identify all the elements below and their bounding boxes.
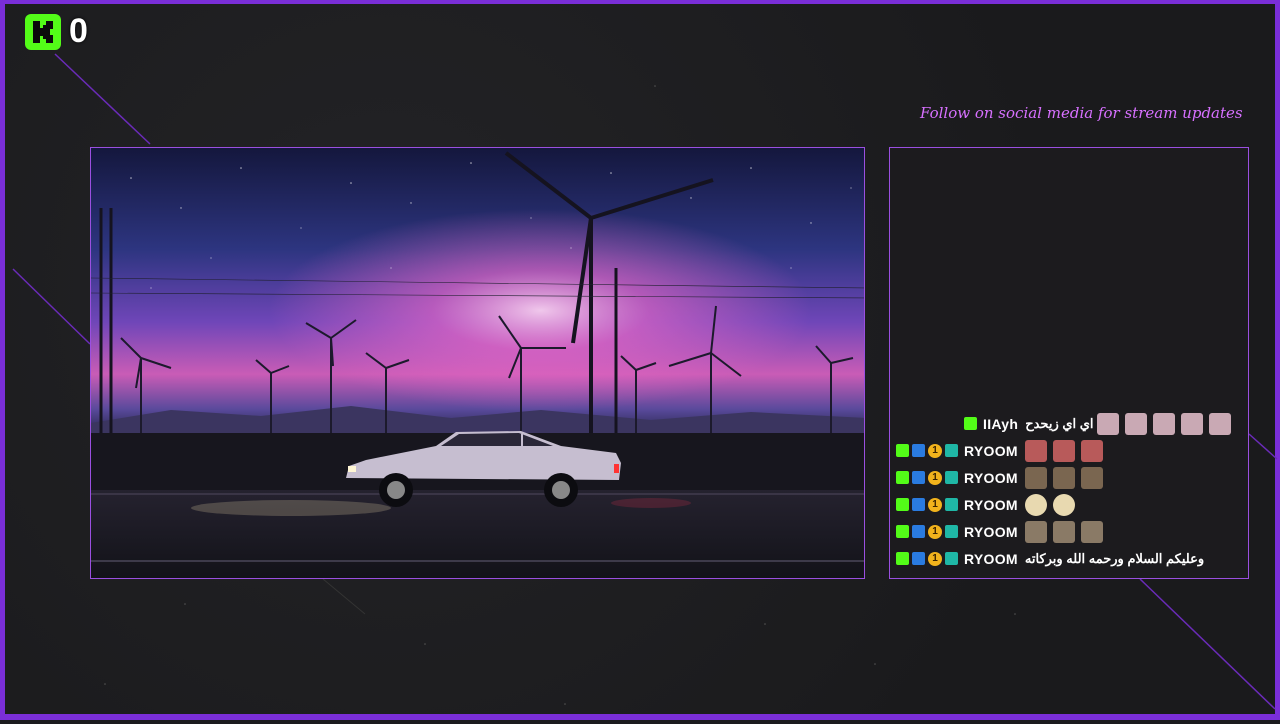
chat-text: وعليكم السلام ورحمه الله وبركاته (1024, 550, 1205, 566)
chat-text: اي اي زيحدح (1025, 415, 1094, 431)
gifter-badge-icon: 1 (928, 551, 942, 566)
chat-message: 1 RYOOM (890, 437, 1248, 464)
gifter-badge-icon: 1 (928, 470, 942, 485)
emote-icon (1052, 520, 1075, 543)
emote-icon (1180, 412, 1203, 435)
game-capture (90, 147, 865, 579)
chat-message: 1 RYOOM (890, 491, 1248, 518)
emote-icon (1024, 439, 1047, 462)
kick-badge-icon (896, 471, 909, 484)
chat-message: 1 RYOOM (890, 464, 1248, 491)
og-badge-icon (945, 525, 958, 538)
og-badge-icon (945, 444, 958, 457)
emote-icon (1152, 412, 1175, 435)
kick-badge-icon (896, 498, 909, 511)
kick-badge-icon (896, 444, 909, 457)
chat-username[interactable]: RYOOM (964, 524, 1018, 540)
chat-message: IIAyh اي اي زيحدح (890, 410, 1248, 437)
emote-icon (1080, 439, 1103, 462)
game-scene-image (91, 148, 864, 578)
emote-icon (1096, 412, 1119, 435)
subscriber-badge-icon (912, 525, 925, 538)
emote-icon (1052, 493, 1075, 516)
kick-badge-icon (896, 525, 909, 538)
emote-icon (1052, 439, 1075, 462)
chat-panel: IIAyh اي اي زيحدح 1 RYOOM 1 RYOOM 1 RYOO… (889, 147, 1249, 579)
chat-username[interactable]: RYOOM (964, 497, 1018, 513)
kick-logo-icon (25, 13, 61, 50)
emote-icon (1024, 466, 1047, 489)
chat-username[interactable]: RYOOM (964, 443, 1018, 459)
subscriber-badge-icon (912, 498, 925, 511)
chat-username[interactable]: RYOOM (964, 551, 1018, 567)
chat-message: 1 RYOOM وعليكم السلام ورحمه الله وبركاته (890, 545, 1248, 572)
og-badge-icon (945, 498, 958, 511)
emote-icon (1024, 493, 1047, 516)
emote-icon (1208, 412, 1231, 435)
subscriber-badge-icon (912, 552, 925, 565)
gifter-badge-icon: 1 (928, 497, 942, 512)
og-badge-icon (945, 471, 958, 484)
viewer-count: 0 (69, 12, 88, 50)
emote-icon (1052, 466, 1075, 489)
kick-badge-icon (964, 417, 977, 430)
chat-username[interactable]: RYOOM (964, 470, 1018, 486)
chat-message-list: IIAyh اي اي زيحدح 1 RYOOM 1 RYOOM 1 RYOO… (890, 410, 1248, 572)
chat-username[interactable]: IIAyh (983, 416, 1018, 432)
kick-badge-icon (896, 552, 909, 565)
og-badge-icon (945, 552, 958, 565)
viewer-badge: 0 (25, 12, 88, 51)
emote-icon (1080, 466, 1103, 489)
gifter-badge-icon: 1 (928, 524, 942, 539)
subscriber-badge-icon (912, 444, 925, 457)
gifter-badge-icon: 1 (928, 443, 942, 458)
subscriber-badge-icon (912, 471, 925, 484)
emote-icon (1080, 520, 1103, 543)
chat-message: 1 RYOOM (890, 518, 1248, 545)
emote-icon (1024, 520, 1047, 543)
emote-icon (1124, 412, 1147, 435)
stream-overlay-frame: 0 Follow on social media for stream upda… (0, 0, 1280, 720)
social-banner: Follow on social media for stream update… (920, 104, 1243, 122)
